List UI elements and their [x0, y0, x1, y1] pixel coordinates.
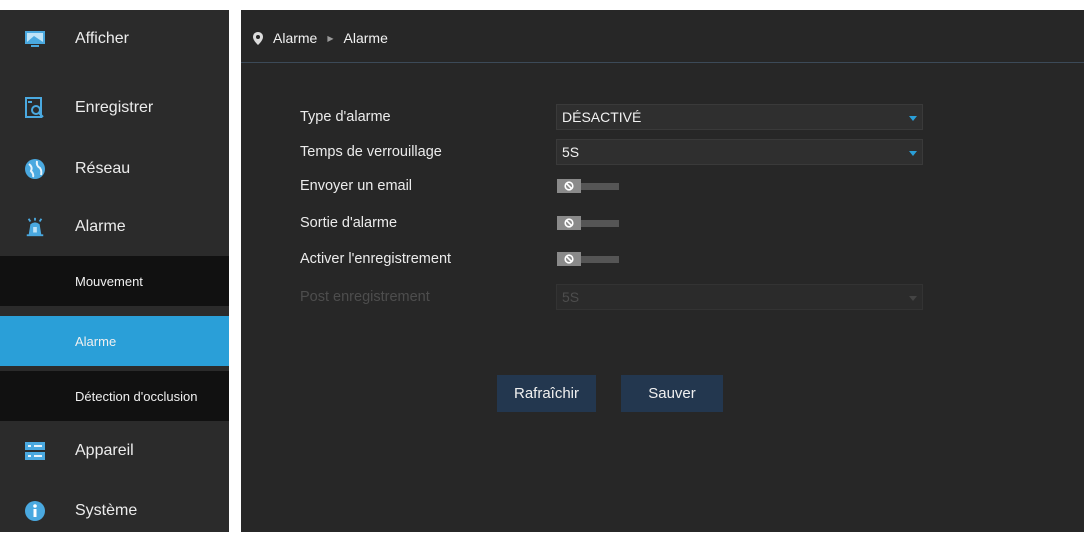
enable-record-toggle[interactable]: [557, 252, 619, 266]
network-globe-icon: [24, 158, 46, 180]
refresh-button[interactable]: Rafraîchir: [497, 375, 596, 412]
disabled-icon: [557, 216, 581, 230]
sidebar-item-label: Alarme: [75, 218, 126, 235]
lock-time-label: Temps de verrouillage: [300, 144, 442, 160]
monitor-icon: [24, 28, 46, 50]
breadcrumb: Alarme ▶ Alarme: [253, 30, 388, 46]
search-record-icon: [24, 97, 46, 119]
breadcrumb-arrow-icon: ▶: [327, 33, 334, 43]
enable-record-label: Activer l'enregistrement: [300, 251, 452, 267]
breadcrumb-item[interactable]: Alarme: [273, 30, 317, 46]
header-bar: Alarme ▶ Alarme: [241, 10, 1084, 63]
post-record-select: 5S: [556, 284, 923, 310]
sidebar-subitem-label: Mouvement: [75, 273, 143, 289]
sidebar-item-enregistrer[interactable]: Enregistrer: [0, 79, 229, 137]
toggle-track: [579, 183, 619, 190]
dropdown-arrow-icon: [909, 151, 917, 156]
alarm-output-label: Sortie d'alarme: [300, 215, 398, 231]
save-button[interactable]: Sauver: [621, 375, 723, 412]
post-record-label: Post enregistrement: [300, 289, 430, 305]
info-icon: [24, 500, 46, 522]
sidebar: Afficher Enregistrer Réseau Alarme Mouve…: [0, 10, 229, 532]
disabled-icon: [557, 179, 581, 193]
sidebar-item-appareil[interactable]: Appareil: [0, 422, 229, 480]
main-panel: Alarme ▶ Alarme Type d'alarme DÉSACTIVÉ …: [241, 10, 1084, 532]
alarm-type-select[interactable]: DÉSACTIVÉ: [556, 104, 923, 130]
sidebar-item-label: Afficher: [75, 30, 129, 47]
lock-time-select[interactable]: 5S: [556, 139, 923, 165]
lock-time-value: 5S: [562, 144, 580, 160]
sidebar-item-label: Système: [75, 502, 138, 519]
sidebar-item-label: Réseau: [75, 160, 131, 177]
dropdown-arrow-icon: [909, 296, 917, 301]
sidebar-item-reseau[interactable]: Réseau: [0, 140, 229, 198]
sidebar-item-label: Appareil: [75, 442, 134, 459]
alarm-type-label: Type d'alarme: [300, 109, 391, 125]
sidebar-subitem-label: Détection d'occlusion: [75, 388, 198, 404]
toggle-track: [579, 256, 619, 263]
sidebar-item-label: Enregistrer: [75, 99, 154, 116]
device-storage-icon: [24, 440, 46, 462]
alarm-type-value: DÉSACTIVÉ: [562, 109, 642, 125]
toggle-track: [579, 220, 619, 227]
sidebar-subitem-alarme[interactable]: Alarme: [0, 316, 229, 366]
alarm-siren-icon: [24, 216, 46, 238]
breadcrumb-item-current: Alarme: [343, 30, 388, 46]
send-email-toggle[interactable]: [557, 179, 619, 193]
post-record-value: 5S: [562, 289, 580, 305]
sidebar-item-systeme[interactable]: Système: [0, 482, 229, 540]
send-email-label: Envoyer un email: [300, 178, 413, 194]
alarm-output-toggle[interactable]: [557, 216, 619, 230]
dropdown-arrow-icon: [909, 116, 917, 121]
sidebar-item-afficher[interactable]: Afficher: [0, 10, 229, 68]
sidebar-subitem-mouvement[interactable]: Mouvement: [0, 256, 229, 306]
sidebar-subitem-detection-occlusion[interactable]: Détection d'occlusion: [0, 371, 229, 421]
location-pin-icon: [253, 31, 263, 45]
sidebar-subitem-label: Alarme: [75, 333, 117, 349]
sidebar-item-alarme[interactable]: Alarme: [0, 198, 229, 256]
disabled-icon: [557, 252, 581, 266]
